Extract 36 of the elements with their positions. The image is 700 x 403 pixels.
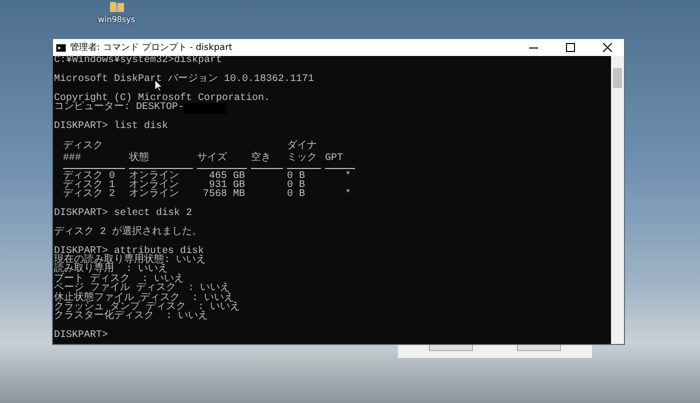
table-cell-text: * <box>344 190 352 200</box>
table-cell-text: ディスク 0 <box>63 172 116 181</box>
scrollbar[interactable] <box>611 56 624 344</box>
console-line: C:¥Windows¥system32>diskpart <box>54 55 222 66</box>
dialog-button[interactable] <box>429 345 473 351</box>
table-cell-text: 931 GB <box>208 180 246 190</box>
table-cell-text: * <box>344 172 352 181</box>
column-header: 空き <box>251 152 283 169</box>
console-line: コンピューター: DESKTOP- <box>54 102 184 113</box>
table-cell-text: オンライン <box>129 180 180 190</box>
close-icon[interactable] <box>603 43 612 52</box>
column-header: 状態 <box>129 152 193 169</box>
table-cell-text: オンライン <box>129 190 180 200</box>
table-cell-text: 465 GB <box>208 172 246 181</box>
scroll-thumb[interactable] <box>613 68 622 88</box>
table-cell-text: 0 B <box>287 190 306 200</box>
icon-label[interactable]: win98sys <box>98 15 136 24</box>
console-line: DISKPART> select disk 2 <box>54 208 192 220</box>
console-line: DISKPART> <box>54 330 108 342</box>
column-header: サイズ <box>197 152 247 169</box>
column-header: GPT <box>325 152 355 169</box>
dialog-button[interactable] <box>517 345 561 351</box>
table-cell-text: 7568 MB <box>202 190 246 200</box>
maximize-icon[interactable] <box>566 43 575 52</box>
console-line: DISKPART> list disk <box>54 120 168 132</box>
table-cell-text: 0 B <box>287 172 306 181</box>
console-line: Microsoft DiskPart バージョン 10.0.18362.1171 <box>54 74 314 85</box>
table-cell-text: ディスク 2 <box>63 190 116 200</box>
console-icon <box>56 44 66 52</box>
console-line: ディスク 2 が選択されました。 <box>54 226 202 238</box>
window-title: 管理者: コマンド プロンプト - diskpart <box>70 41 234 54</box>
table-cell-text: 0 B <box>287 180 306 190</box>
column-header: ダイナ ミック <box>287 140 321 169</box>
column-header: ディスク ### <box>63 140 125 169</box>
table-cell-text: オンライン <box>129 172 180 181</box>
mouse-pointer-icon <box>155 80 162 91</box>
